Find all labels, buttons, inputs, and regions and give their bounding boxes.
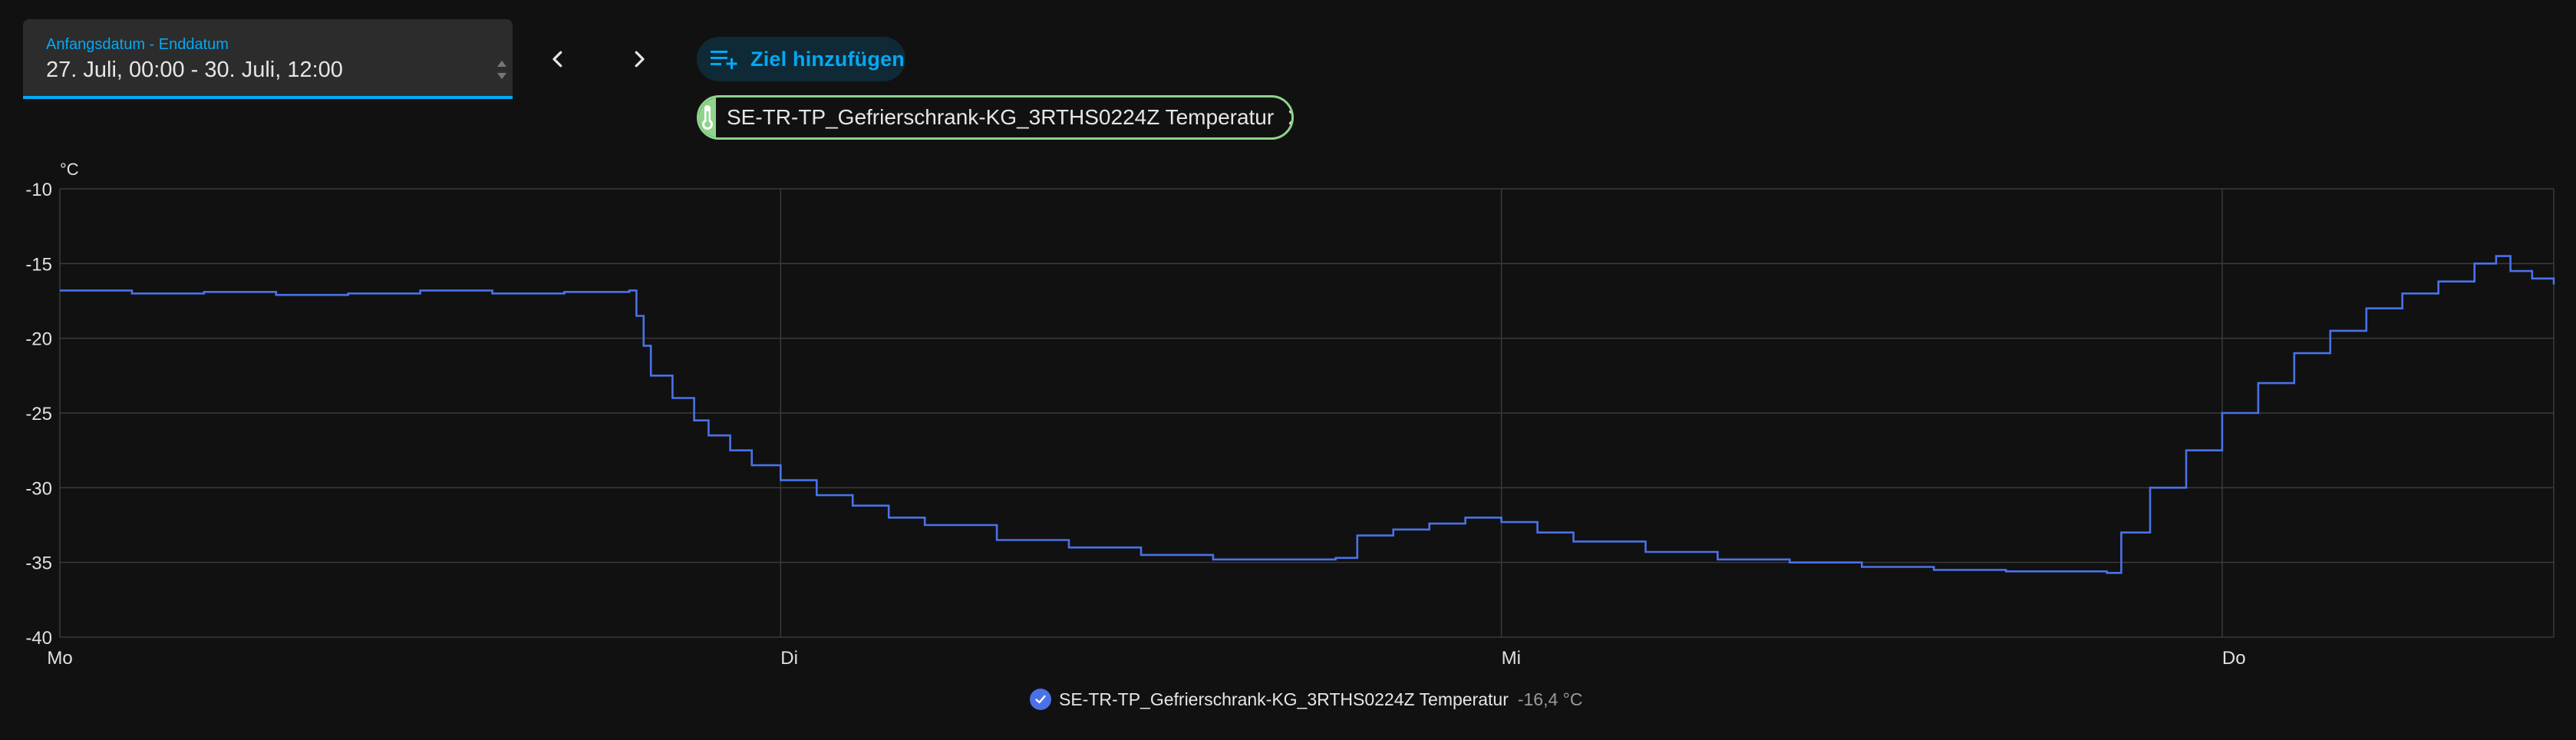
y-tick-label: -35 [25,553,52,574]
history-panel: Anfangsdatum - Enddatum 27. Juli, 00:00 … [0,0,2576,740]
chart-legend-item[interactable]: SE-TR-TP_Gefrierschrank-KG_3RTHS0224Z Te… [1030,686,1582,712]
x-tick-label: Di [780,648,798,669]
y-tick-label: -30 [25,478,52,499]
check-circle-icon [1030,689,1051,710]
x-tick-label: Do [2222,648,2246,669]
legend-series-name: SE-TR-TP_Gefrierschrank-KG_3RTHS0224Z Te… [1059,689,1509,709]
y-axis-unit-label: °C [60,160,79,179]
y-tick-label: -20 [25,329,52,350]
x-tick-label: Mo [47,648,72,669]
temperature-chart[interactable]: -10 -15 -20 -25 -30 -35 -40 °C Mo Di Mi Do [0,0,2576,740]
legend-current-value: -16,4 °C [1517,689,1583,709]
y-tick-label: -25 [25,404,52,425]
y-tick-label: -10 [25,180,52,200]
series-line [60,255,2555,574]
y-tick-label: -40 [25,628,52,649]
x-tick-label: Mi [1502,648,1521,669]
y-tick-label: -15 [25,254,52,275]
